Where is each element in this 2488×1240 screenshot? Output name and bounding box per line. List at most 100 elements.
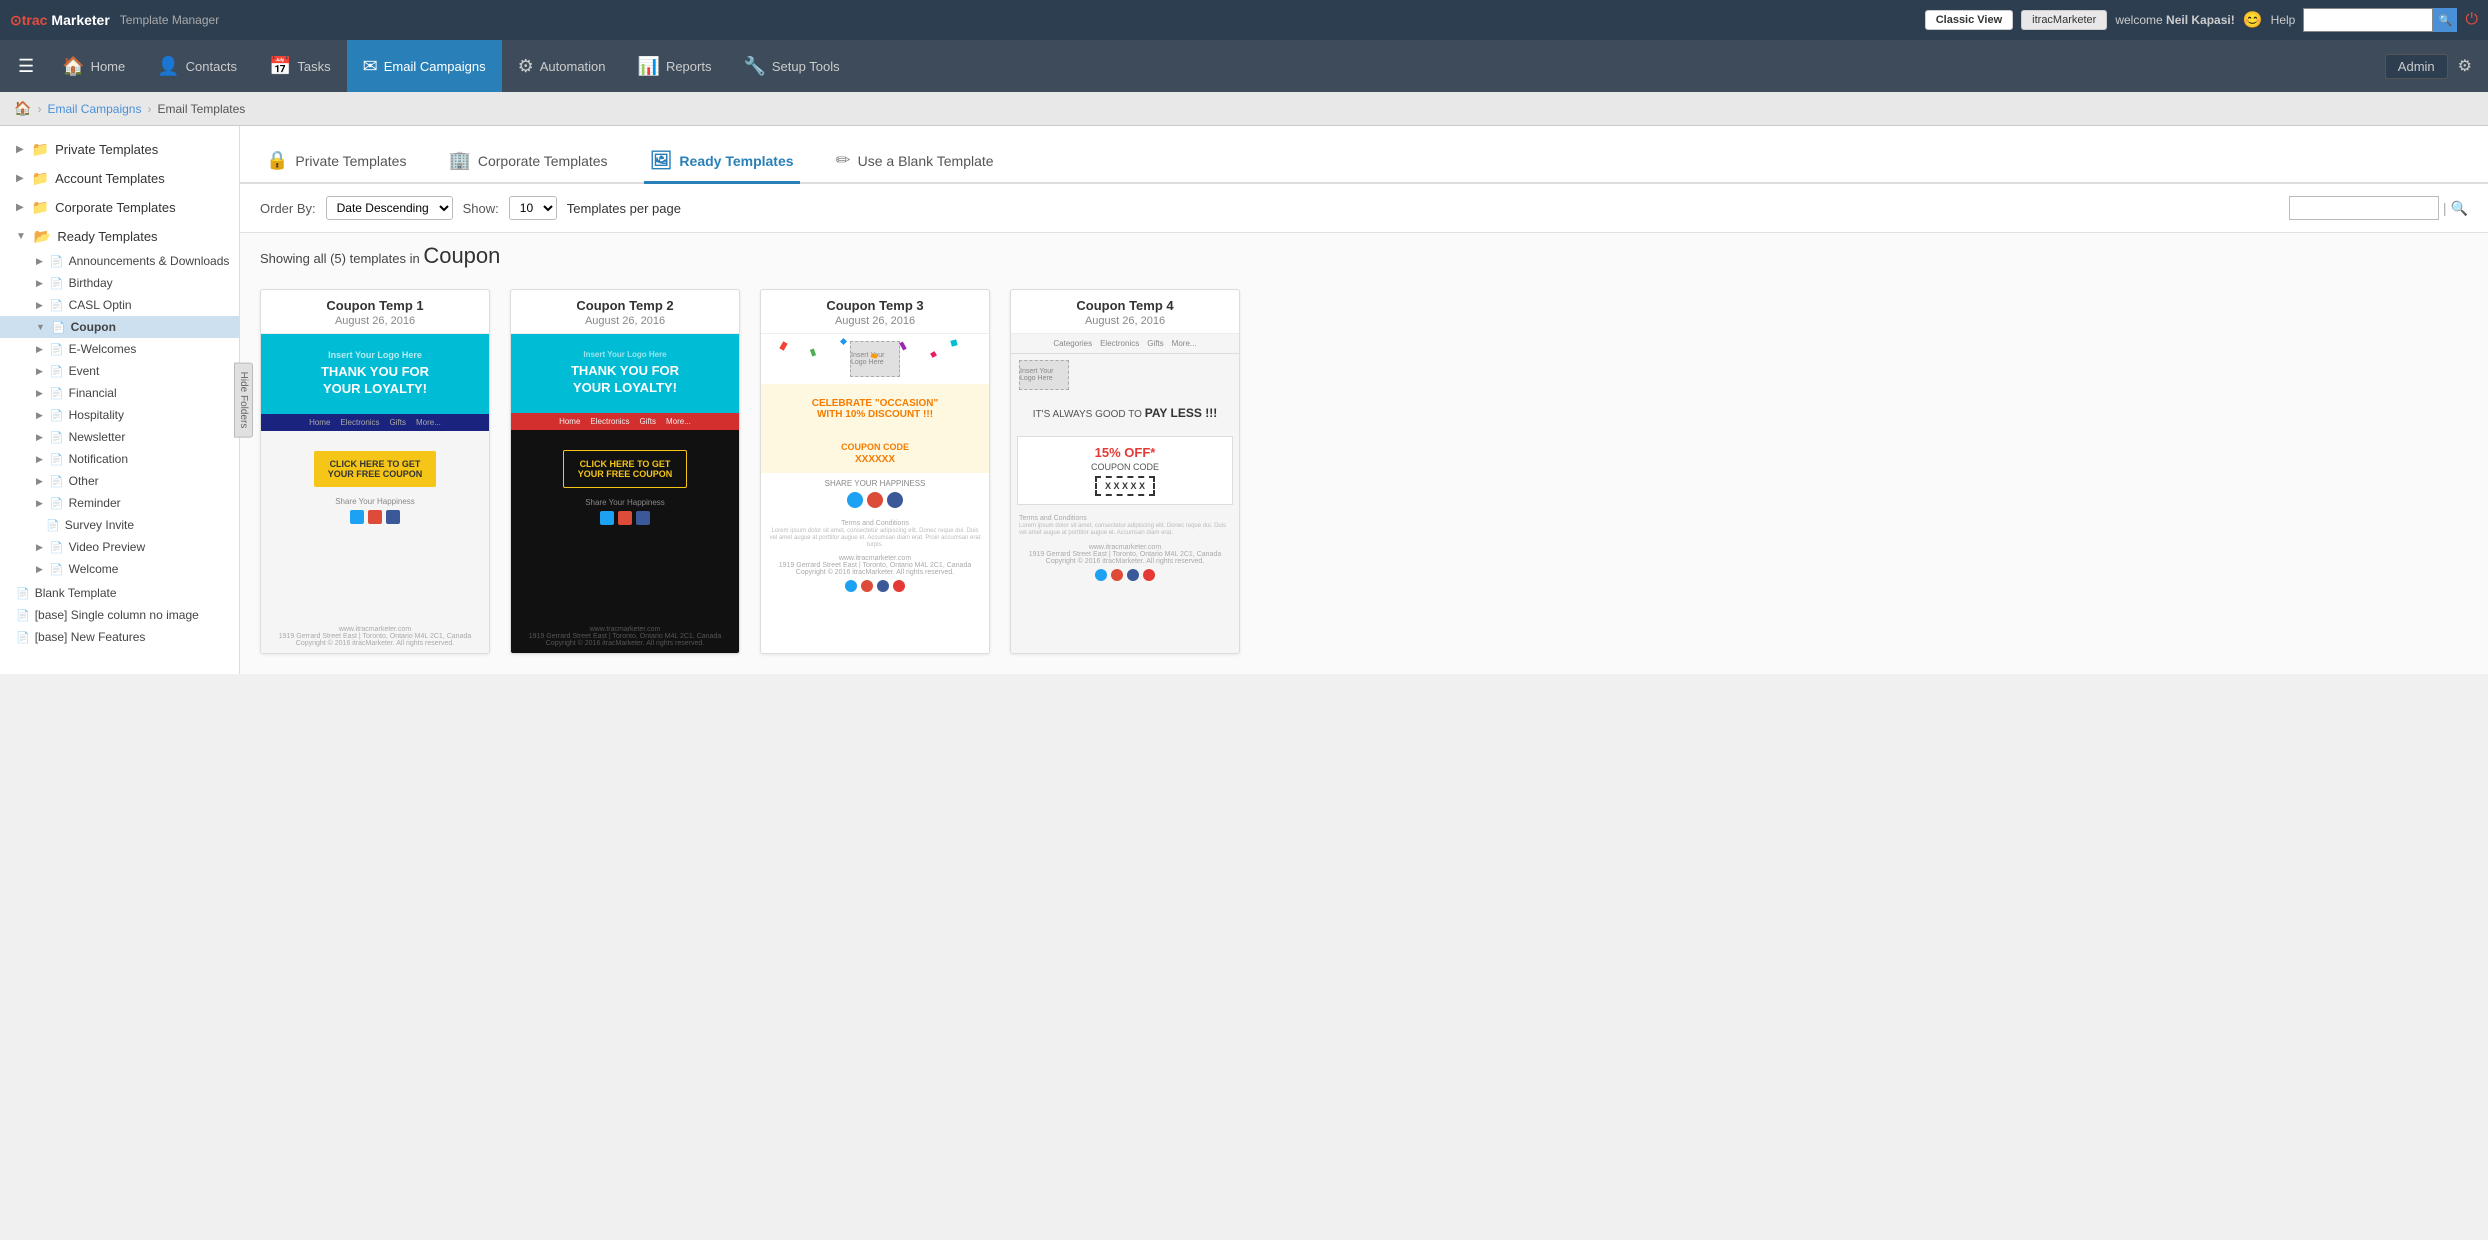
sidebar-item-base-single[interactable]: 📄 [base] Single column no image [0, 604, 239, 626]
tab-private[interactable]: 🔒 Private Templates [260, 140, 412, 184]
admin-button[interactable]: Admin [2385, 54, 2448, 79]
sidebar-sub-birthday[interactable]: ▶ 📄 Birthday [0, 272, 239, 294]
template-card-coupon1[interactable]: Coupon Temp 1 August 26, 2016 Insert You… [260, 289, 490, 654]
c4-header: IT'S ALWAYS GOOD TO PAY LESS !!! [1011, 396, 1239, 430]
sidebar-item-base-features[interactable]: 📄 [base] New Features [0, 626, 239, 648]
sidebar-item-ready[interactable]: ▼ 📂 Ready Templates [0, 223, 239, 250]
sidebar-item-account[interactable]: ▶ 📁 Account Templates [0, 165, 239, 192]
folder-corporate-icon: 📁 [32, 199, 49, 216]
showing-prefix: Showing all (5) templates in [260, 251, 420, 266]
template-card-coupon4[interactable]: Coupon Temp 4 August 26, 2016 Categories… [1010, 289, 1240, 654]
sidebar-sub-notification[interactable]: ▶ 📄 Notification [0, 448, 239, 470]
show-select[interactable]: 5 10 20 50 [509, 196, 557, 220]
hamburger-menu[interactable]: ☰ [6, 56, 46, 77]
help-link[interactable]: Help [2271, 13, 2296, 27]
breadcrumb-email-campaigns[interactable]: Email Campaigns [47, 102, 141, 116]
classic-view-button[interactable]: Classic View [1925, 10, 2013, 30]
doc-blank-icon: 📄 [16, 587, 30, 600]
c1-cta-button: CLICK HERE TO GETYOUR FREE COUPON [314, 451, 437, 487]
expand-casl-icon: ▶ [36, 300, 43, 311]
nav-contacts[interactable]: 👤 Contacts [141, 40, 253, 92]
confetti-6 [930, 351, 937, 358]
sidebar-sub-survey[interactable]: 📄 Survey Invite [0, 514, 239, 536]
template-search-input[interactable] [2289, 196, 2439, 220]
expand-notification-icon: ▶ [36, 454, 43, 465]
sidebar-sub-casl[interactable]: ▶ 📄 CASL Optin [0, 294, 239, 316]
top-search-button[interactable]: 🔍 [2433, 8, 2457, 32]
doc-reminder-icon: 📄 [50, 497, 64, 510]
breadcrumb-home-icon[interactable]: 🏠 [14, 100, 31, 117]
sidebar-item-private[interactable]: ▶ 📁 Private Templates [0, 136, 239, 163]
itrac-marketer-button[interactable]: itracMarketer [2021, 10, 2107, 30]
template-preview-coupon3: Insert Your Logo Here CELEBRATE "OCCASIO… [761, 333, 989, 653]
top-search-input[interactable] [2303, 8, 2433, 32]
nav-setup-tools[interactable]: 🔧 Setup Tools [727, 40, 855, 92]
c1-logo: Insert Your Logo Here [277, 350, 473, 360]
confetti-2 [810, 349, 816, 357]
c2-body: CLICK HERE TO GETYOUR FREE COUPON Share … [511, 430, 739, 620]
logo-trac: ⊙trac [10, 12, 47, 29]
nav-email-campaigns[interactable]: ✉ Email Campaigns [347, 40, 502, 92]
welcome-text: welcome Neil Kapasi! [2115, 13, 2234, 27]
sidebar-video-label: Video Preview [69, 540, 146, 554]
c4-footer: www.itracmarketer.com 1919 Gerrard Stree… [1011, 540, 1239, 585]
c1-header-text: Insert Your Logo Here THANK YOU FORYOUR … [261, 334, 489, 414]
c4-logo-placeholder: Insert Your Logo Here [1019, 360, 1069, 390]
c4-off-big: 15% OFF* [1026, 445, 1224, 460]
sidebar-item-corporate[interactable]: ▶ 📁 Corporate Templates [0, 194, 239, 221]
c1-footer: www.itracmarketer.com 1919 Gerrard Stree… [261, 620, 489, 653]
c4-terms: Terms and Conditions Lorem ipsum dolor s… [1011, 511, 1239, 540]
sidebar-casl-label: CASL Optin [69, 298, 132, 312]
c4-footer-tw [1095, 569, 1107, 581]
sidebar-sub-coupon[interactable]: ▼ 📄 Coupon [0, 316, 239, 338]
tab-ready[interactable]: 🖼 Ready Templates [644, 140, 800, 184]
nav-reports[interactable]: 📊 Reports [622, 40, 728, 92]
template-search-button[interactable]: 🔍 [2451, 200, 2468, 217]
breadcrumb-sep-2: › [147, 102, 151, 116]
folder-ready-icon: 📂 [34, 228, 51, 245]
power-icon[interactable]: ⏻ [2465, 11, 2478, 29]
logo: ⊙tracMarketer Template Manager [10, 12, 219, 29]
sidebar-sub-reminder[interactable]: ▶ 📄 Reminder [0, 492, 239, 514]
nav-tasks[interactable]: 📅 Tasks [253, 40, 347, 92]
top-bar-right: Classic View itracMarketer welcome Neil … [1925, 8, 2478, 32]
sidebar-sub-welcome[interactable]: ▶ 📄 Welcome [0, 558, 239, 580]
tab-private-label: Private Templates [295, 153, 406, 169]
sidebar-sub-financial[interactable]: ▶ 📄 Financial [0, 382, 239, 404]
sidebar-sub-ewelcomes[interactable]: ▶ 📄 E-Welcomes [0, 338, 239, 360]
tab-corporate[interactable]: 🏢 Corporate Templates [442, 140, 613, 184]
sidebar-sub-event[interactable]: ▶ 📄 Event [0, 360, 239, 382]
nav-home-label: Home [91, 59, 126, 74]
sidebar-group-private: ▶ 📁 Private Templates [0, 136, 239, 163]
template-card-coupon3[interactable]: Coupon Temp 3 August 26, 2016 Insert You [760, 289, 990, 654]
nav-automation[interactable]: ⚙ Automation [502, 40, 622, 92]
c4-footer-social [1015, 569, 1235, 581]
doc-event-icon: 📄 [50, 365, 64, 378]
order-by-select[interactable]: Date Descending Date Ascending Name A-Z … [326, 196, 453, 220]
expand-ready-icon: ▼ [16, 231, 26, 242]
doc-hospitality-icon: 📄 [50, 409, 64, 422]
sidebar-sub-hospitality[interactable]: ▶ 📄 Hospitality [0, 404, 239, 426]
per-page-label: Templates per page [567, 201, 681, 216]
sidebar-sub-other[interactable]: ▶ 📄 Other [0, 470, 239, 492]
tab-blank[interactable]: ✏ Use a Blank Template [830, 140, 1000, 184]
expand-video-icon: ▶ [36, 542, 43, 553]
expand-private-icon: ▶ [16, 144, 24, 155]
sidebar-sub-newsletter[interactable]: ▶ 📄 Newsletter [0, 426, 239, 448]
tab-ready-label: Ready Templates [679, 153, 793, 169]
sidebar-sub-video[interactable]: ▶ 📄 Video Preview [0, 536, 239, 558]
sidebar-item-blank[interactable]: 📄 Blank Template [0, 582, 239, 604]
sidebar-coupon-label: Coupon [71, 320, 116, 334]
expand-announcements-icon: ▶ [36, 256, 43, 267]
image-icon: 🖼 [650, 150, 673, 171]
hide-folders-button[interactable]: Hide Folders [234, 363, 253, 438]
c1-twitter-icon [350, 510, 364, 524]
sidebar-sub-announcements[interactable]: ▶ 📄 Announcements & Downloads [0, 250, 239, 272]
sidebar-ready-subitems: ▶ 📄 Announcements & Downloads ▶ 📄 Birthd… [0, 250, 239, 580]
nav-settings-icon[interactable]: ⚙ [2448, 56, 2482, 76]
sidebar-corporate-label: Corporate Templates [55, 200, 175, 215]
sidebar-ewelcomes-label: E-Welcomes [69, 342, 137, 356]
template-card-coupon2[interactable]: Coupon Temp 2 August 26, 2016 Insert You… [510, 289, 740, 654]
nav-home[interactable]: 🏠 Home [46, 40, 141, 92]
showing-category: Coupon [423, 243, 500, 268]
